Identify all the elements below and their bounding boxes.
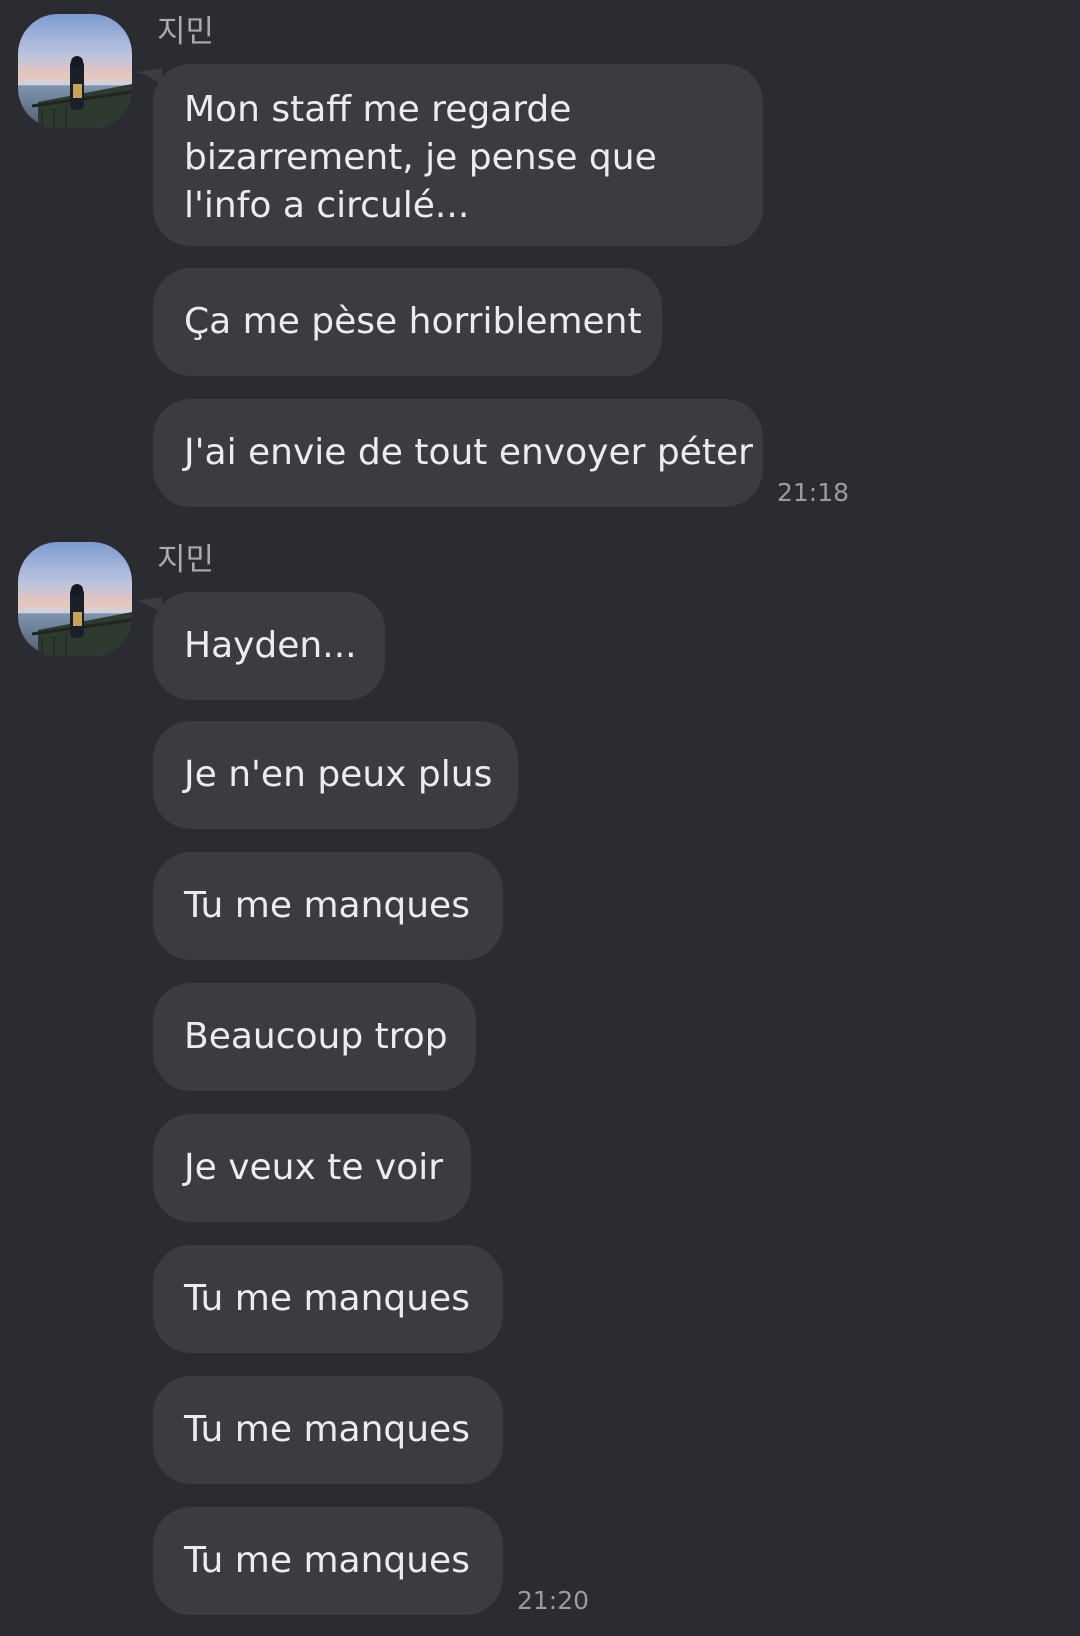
message-bubble[interactable]: Je veux te voir bbox=[153, 1114, 471, 1222]
chat-view[interactable]: 지민 Mon staff me regarde bizarrement, je … bbox=[0, 0, 1080, 1636]
message-bubble[interactable]: Tu me manques bbox=[153, 852, 503, 960]
message-timestamp: 21:18 bbox=[777, 478, 850, 507]
avatar-photo-icon bbox=[18, 542, 132, 656]
message-bubble[interactable]: J'ai envie de tout envoyer péter bbox=[153, 399, 763, 507]
message-timestamp: 21:20 bbox=[517, 1586, 590, 1615]
message-bubble[interactable]: Je n'en peux plus bbox=[153, 721, 518, 829]
message-bubble[interactable]: Tu me manques bbox=[153, 1507, 503, 1615]
sender-avatar[interactable] bbox=[18, 542, 132, 656]
sender-avatar[interactable] bbox=[18, 14, 132, 128]
avatar-photo-icon bbox=[18, 14, 132, 128]
message-bubble[interactable]: Beaucoup trop bbox=[153, 983, 476, 1091]
sender-name: 지민 bbox=[157, 14, 215, 50]
message-bubble[interactable]: Mon staff me regarde bizarrement, je pen… bbox=[153, 64, 763, 246]
message-bubble[interactable]: Tu me manques bbox=[153, 1376, 503, 1484]
message-bubble[interactable]: Hayden... bbox=[153, 592, 385, 700]
message-bubble[interactable]: Ça me pèse horriblement bbox=[153, 268, 662, 376]
sender-name: 지민 bbox=[157, 542, 215, 578]
message-bubble[interactable]: Tu me manques bbox=[153, 1245, 503, 1353]
